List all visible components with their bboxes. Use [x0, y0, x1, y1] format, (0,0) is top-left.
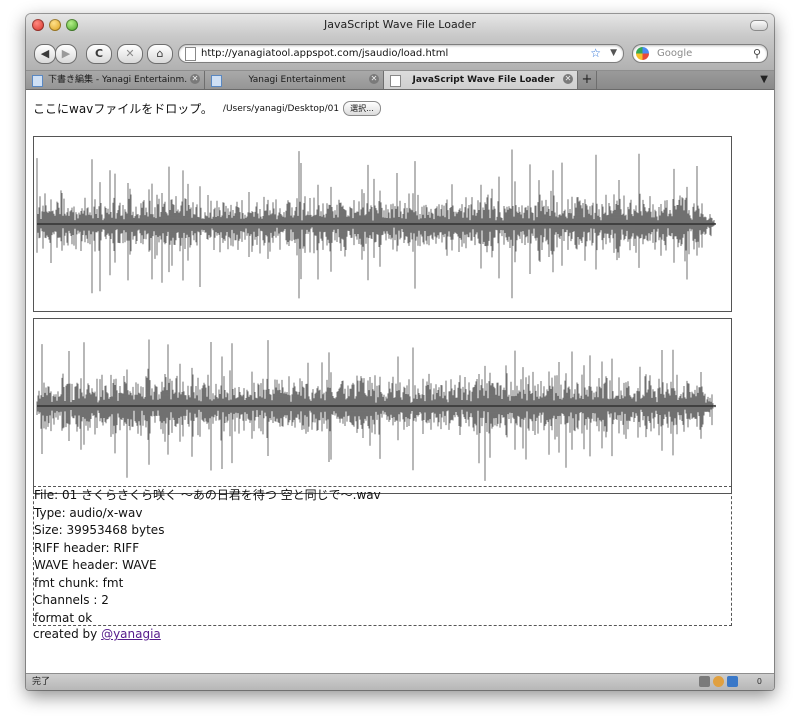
tab-label: Yanagi Entertainment [248, 75, 346, 85]
reload-button[interactable]: C [86, 44, 112, 64]
author-link[interactable]: @yanagia [101, 627, 161, 641]
waveform-right-svg [36, 339, 716, 481]
waveform-left-svg [36, 149, 716, 299]
puzzle-icon[interactable] [699, 676, 710, 687]
file-path: /Users/yanagi/Desktop/01 [222, 103, 340, 114]
file-input[interactable]: /Users/yanagi/Desktop/01 選択... [223, 101, 381, 116]
window-controls [32, 19, 78, 31]
stop-icon: ✕ [125, 47, 135, 60]
tab-favicon-icon [211, 75, 222, 87]
tab-wave-file-loader[interactable]: JavaScript Wave File Loader ✕ [384, 71, 578, 89]
new-tab-button[interactable]: + [578, 71, 597, 89]
addon-icon[interactable] [727, 676, 738, 687]
page-content: ここにwavファイルをドロップ。 /Users/yanagi/Desktop/0… [26, 90, 774, 674]
window-title: JavaScript Wave File Loader [324, 18, 476, 31]
page-icon [185, 47, 196, 61]
tab-close-icon[interactable]: ✕ [190, 74, 200, 84]
waveform-trace [36, 339, 716, 481]
tab-yanagi-entertainment[interactable]: Yanagi Entertainment ✕ [205, 71, 384, 89]
title-bar: JavaScript Wave File Loader [26, 14, 774, 36]
info-riff: RIFF header: RIFF [34, 540, 140, 555]
tab-close-icon[interactable]: ✕ [563, 74, 573, 84]
status-text: 完了 [32, 677, 51, 687]
info-type: Type: audio/x-wav [34, 505, 143, 520]
home-icon: ⌂ [156, 47, 164, 60]
bookmark-star-icon[interactable]: ☆ [590, 45, 601, 62]
drop-row: ここにwavファイルをドロップ。 /Users/yanagi/Desktop/0… [33, 100, 381, 117]
info-fmt: fmt chunk: fmt [34, 575, 124, 590]
toolbar-toggle-button[interactable] [750, 20, 768, 31]
info-channels: Channels : 2 [34, 593, 109, 607]
back-icon: ◀ [40, 47, 50, 60]
minimize-window-button[interactable] [49, 19, 61, 31]
info-size: Size: 39953468 bytes [34, 523, 165, 537]
browser-window: JavaScript Wave File Loader ◀ ▶ C ✕ ⌂ ht… [26, 14, 774, 690]
drop-zone-label[interactable]: ここにwavファイルをドロップ。 [33, 100, 213, 117]
monkey-icon[interactable] [713, 676, 724, 687]
tab-close-icon[interactable]: ✕ [369, 74, 379, 84]
credit-line: created by @yanagia [33, 627, 161, 641]
tab-list-menu-icon[interactable]: ▼ [760, 71, 768, 89]
tab-label: 下書き編集 - Yanagi Entertainm... [48, 75, 188, 85]
google-icon[interactable] [636, 47, 649, 60]
zoom-window-button[interactable] [66, 19, 78, 31]
status-bar: 完了 0 [26, 673, 774, 690]
home-button[interactable]: ⌂ [147, 44, 173, 64]
reload-icon: C [94, 47, 104, 60]
tab-favicon-icon [32, 75, 43, 87]
forward-button[interactable]: ▶ [55, 44, 77, 64]
info-wave: WAVE header: WAVE [34, 558, 157, 572]
credit-prefix: created by [33, 627, 102, 641]
address-bar[interactable]: http://yanagiatool.appspot.com/jsaudio/l… [178, 44, 624, 63]
back-button[interactable]: ◀ [34, 44, 56, 64]
search-placeholder: Google [657, 48, 693, 59]
tab-favicon-icon [390, 75, 401, 87]
waveform-right-channel [33, 318, 732, 494]
waveform-left-channel [33, 136, 732, 312]
stop-button[interactable]: ✕ [117, 44, 143, 64]
close-window-button[interactable] [32, 19, 44, 31]
url-text: http://yanagiatool.appspot.com/jsaudio/l… [201, 48, 449, 59]
info-format: format ok [34, 610, 93, 625]
tab-draft-edit[interactable]: 下書き編集 - Yanagi Entertainm... ✕ [26, 71, 205, 89]
dropdown-arrow-icon[interactable]: ▼ [610, 45, 617, 62]
file-info-panel: File: 01 さくらさくら咲く 〜あの日君を待つ 空と同じで〜.wav Ty… [33, 486, 732, 626]
tab-label: JavaScript Wave File Loader [412, 75, 555, 85]
search-field[interactable]: Google ⚲ [632, 44, 768, 63]
status-counter: 0 [756, 677, 762, 686]
forward-icon: ▶ [61, 47, 71, 60]
search-icon[interactable]: ⚲ [753, 45, 761, 62]
tab-bar: 下書き編集 - Yanagi Entertainm... ✕ Yanagi En… [26, 71, 774, 90]
info-file: File: 01 さくらさくら咲く 〜あの日君を待つ 空と同じで〜.wav [34, 488, 381, 502]
choose-file-button[interactable]: 選択... [343, 101, 381, 116]
navigation-toolbar: ◀ ▶ C ✕ ⌂ http://yanagiatool.appspot.com… [26, 36, 774, 71]
